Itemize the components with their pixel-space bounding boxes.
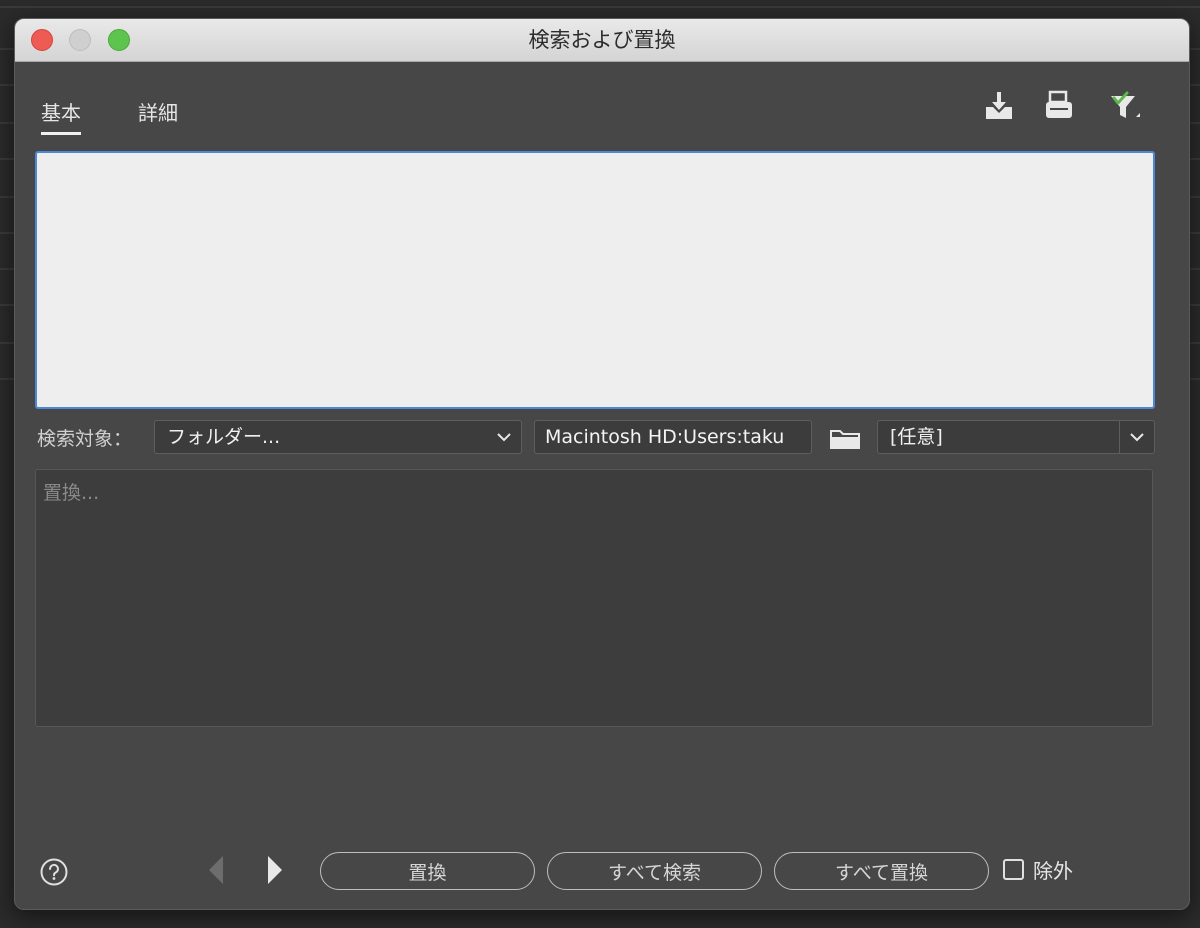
search-scope-dropdown[interactable]: フォルダー... (154, 420, 522, 454)
replace-button[interactable]: 置換 (320, 852, 535, 890)
exclude-checkbox[interactable] (1003, 859, 1024, 880)
search-target-label: 検索対象： (37, 428, 133, 450)
replace-placeholder: 置換... (43, 482, 100, 504)
next-result-icon[interactable] (264, 853, 286, 887)
tab-basic[interactable]: 基本 (41, 97, 81, 135)
filter-check-icon[interactable] (1103, 87, 1143, 127)
window-title: 検索および置換 (528, 28, 676, 52)
print-icon[interactable] (1039, 87, 1079, 127)
replace-input[interactable]: 置換... (35, 469, 1153, 727)
chevron-down-icon[interactable] (1120, 421, 1154, 453)
replace-all-button[interactable]: すべて置換 (774, 852, 989, 890)
title-bar[interactable]: 検索および置換 (15, 19, 1189, 62)
find-replace-window: 検索および置換 基本 詳細 検索対象： フォルダー... Macintosh H… (14, 18, 1190, 910)
search-input[interactable] (35, 151, 1155, 409)
previous-result-icon[interactable] (205, 853, 227, 887)
file-type-value: [任意] (890, 426, 943, 448)
chevron-down-icon (495, 421, 513, 453)
folder-path-field[interactable]: Macintosh HD:Users:taku (534, 420, 812, 454)
exclude-label: 除外 (1033, 859, 1073, 883)
save-query-icon[interactable] (979, 87, 1019, 127)
help-icon[interactable] (39, 857, 69, 887)
find-all-button[interactable]: すべて検索 (547, 852, 762, 890)
search-scope-value: フォルダー... (167, 426, 281, 448)
tab-advanced[interactable]: 詳細 (138, 97, 178, 132)
folder-icon[interactable] (828, 425, 862, 451)
file-type-combo[interactable]: [任意] (877, 420, 1155, 454)
